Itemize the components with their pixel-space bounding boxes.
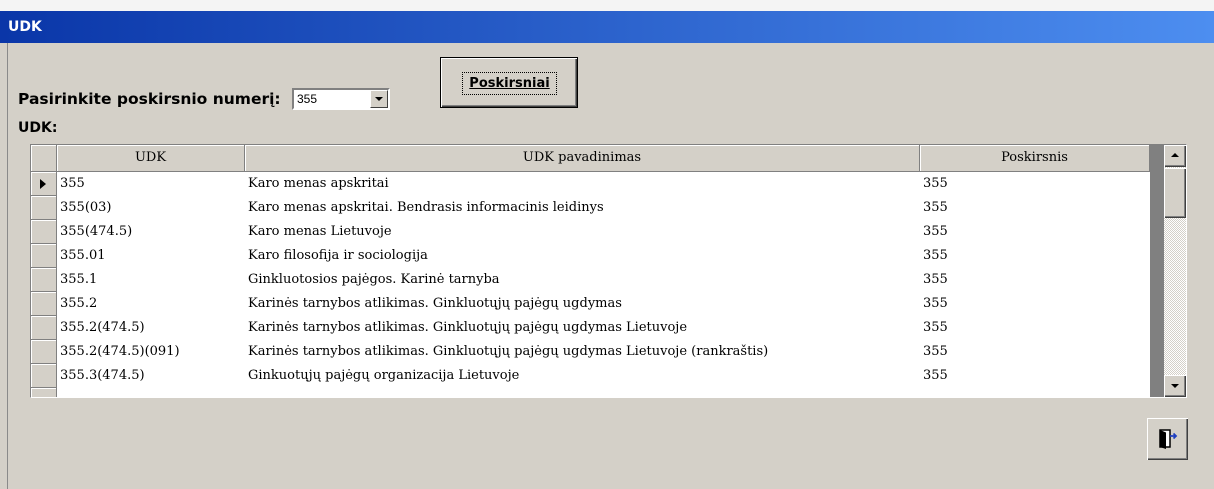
cell-pavadinimas[interactable]: Karinės tarnybos atlikimas. Ginkluotųjų …	[245, 340, 920, 364]
table-row[interactable]: 355.01 Karo filosofija ir sociologija 35…	[31, 244, 1150, 268]
cell-pavadinimas[interactable]: Karo menas apskritai. Bendrasis informac…	[245, 196, 920, 220]
table-row-partial[interactable]	[31, 388, 1150, 397]
chevron-down-icon	[375, 97, 383, 101]
cell-udk[interactable]: 355.1	[57, 268, 245, 292]
cell-pavadinimas[interactable]: Ginkluotosios pajėgos. Karinė tarnyba	[245, 268, 920, 292]
cell-udk[interactable]: 355.3(474.5)	[57, 364, 245, 388]
table-row[interactable]: 355 Karo menas apskritai 355	[31, 172, 1150, 196]
row-selector[interactable]	[31, 244, 57, 268]
cell-pavadinimas[interactable]	[245, 388, 920, 397]
table-row[interactable]: 355.1 Ginkluotosios pajėgos. Karinė tarn…	[31, 268, 1150, 292]
cell-pavadinimas[interactable]: Ginkuotųjų pajėgų organizacija Lietuvoje	[245, 364, 920, 388]
column-header-udk[interactable]: UDK	[57, 145, 245, 172]
column-header-poskirsnis[interactable]: Poskirsnis	[920, 145, 1150, 172]
cell-poskirsnis[interactable]: 355	[920, 172, 1150, 196]
cell-udk[interactable]: 355	[57, 172, 245, 196]
cell-poskirsnis[interactable]: 355	[920, 316, 1150, 340]
grid-label: UDK:	[18, 120, 58, 136]
row-selector[interactable]	[31, 340, 57, 364]
current-row-arrow-icon	[40, 179, 46, 189]
scroll-down-button[interactable]	[1164, 375, 1186, 397]
poskirsnis-select-value: 355	[297, 92, 318, 106]
cell-pavadinimas[interactable]: Karinės tarnybos atlikimas. Ginkluotųjų …	[245, 292, 920, 316]
cell-poskirsnis[interactable]: 355	[920, 196, 1150, 220]
desktop-strip	[0, 0, 1214, 11]
button-focus-rect: Poskirsniai	[462, 72, 557, 95]
cell-udk[interactable]: 355.2(474.5)(091)	[57, 340, 245, 364]
scrollbar-thumb[interactable]	[1164, 168, 1186, 218]
row-selector[interactable]	[31, 268, 57, 292]
table-row[interactable]: 355.2(474.5)(091) Karinės tarnybos atlik…	[31, 340, 1150, 364]
poskirsniai-button-label: Poskirsniai	[469, 76, 550, 91]
cell-pavadinimas[interactable]: Karinės tarnybos atlikimas. Ginkluotųjų …	[245, 316, 920, 340]
cell-poskirsnis[interactable]: 355	[920, 364, 1150, 388]
filter-label: Pasirinkite poskirsnio numerį:	[18, 90, 281, 108]
vertical-scrollbar[interactable]	[1164, 145, 1186, 397]
table-row[interactable]: 355(03) Karo menas apskritai. Bendrasis …	[31, 196, 1150, 220]
grid-columns-area: UDK UDK pavadinimas Poskirsnis 355 Karo …	[31, 145, 1150, 397]
table-row[interactable]: 355.3(474.5) Ginkuotųjų pajėgų organizac…	[31, 364, 1150, 388]
table-row[interactable]: 355(474.5) Karo menas Lietuvoje 355	[31, 220, 1150, 244]
poskirsniai-button[interactable]: Poskirsniai	[440, 57, 578, 108]
scroll-up-button[interactable]	[1164, 145, 1186, 167]
cell-poskirsnis[interactable]: 355	[920, 244, 1150, 268]
table-row[interactable]: 355.2 Karinės tarnybos atlikimas. Ginklu…	[31, 292, 1150, 316]
table-row[interactable]: 355.2(474.5) Karinės tarnybos atlikimas.…	[31, 316, 1150, 340]
cell-pavadinimas[interactable]: Karo menas apskritai	[245, 172, 920, 196]
cell-poskirsnis[interactable]	[920, 388, 1150, 397]
cell-poskirsnis[interactable]: 355	[920, 268, 1150, 292]
cell-udk[interactable]: 355.2	[57, 292, 245, 316]
udk-grid: UDK UDK pavadinimas Poskirsnis 355 Karo …	[30, 144, 1187, 398]
cell-poskirsnis[interactable]: 355	[920, 340, 1150, 364]
poskirsnis-select[interactable]: 355	[292, 88, 390, 110]
row-selector[interactable]	[31, 172, 57, 196]
cell-udk[interactable]: 355.2(474.5)	[57, 316, 245, 340]
row-selector[interactable]	[31, 196, 57, 220]
header-selector-cell[interactable]	[31, 145, 57, 172]
cell-poskirsnis[interactable]: 355	[920, 220, 1150, 244]
row-selector[interactable]	[31, 316, 57, 340]
cell-pavadinimas[interactable]: Karo menas Lietuvoje	[245, 220, 920, 244]
window-frame-left	[7, 43, 8, 489]
exit-door-icon	[1159, 429, 1178, 449]
grid-header: UDK UDK pavadinimas Poskirsnis	[31, 145, 1150, 172]
cell-udk[interactable]	[57, 388, 245, 397]
window-title: UDK	[8, 19, 42, 35]
dropdown-button[interactable]	[370, 90, 388, 108]
cell-pavadinimas[interactable]: Karo filosofija ir sociologija	[245, 244, 920, 268]
cell-udk[interactable]: 355.01	[57, 244, 245, 268]
cell-poskirsnis[interactable]: 355	[920, 292, 1150, 316]
row-selector[interactable]	[31, 292, 57, 316]
grid-empty-area	[1150, 145, 1164, 397]
title-bar[interactable]: UDK	[0, 11, 1214, 43]
column-header-pavadinimas[interactable]: UDK pavadinimas	[245, 145, 920, 172]
row-selector[interactable]	[31, 220, 57, 244]
row-selector[interactable]	[31, 364, 57, 388]
row-selector[interactable]	[31, 388, 57, 397]
cell-udk[interactable]: 355(03)	[57, 196, 245, 220]
scroll-up-arrow-icon	[1171, 153, 1179, 157]
exit-button[interactable]	[1147, 418, 1188, 460]
cell-udk[interactable]: 355(474.5)	[57, 220, 245, 244]
scroll-down-arrow-icon	[1171, 384, 1179, 388]
